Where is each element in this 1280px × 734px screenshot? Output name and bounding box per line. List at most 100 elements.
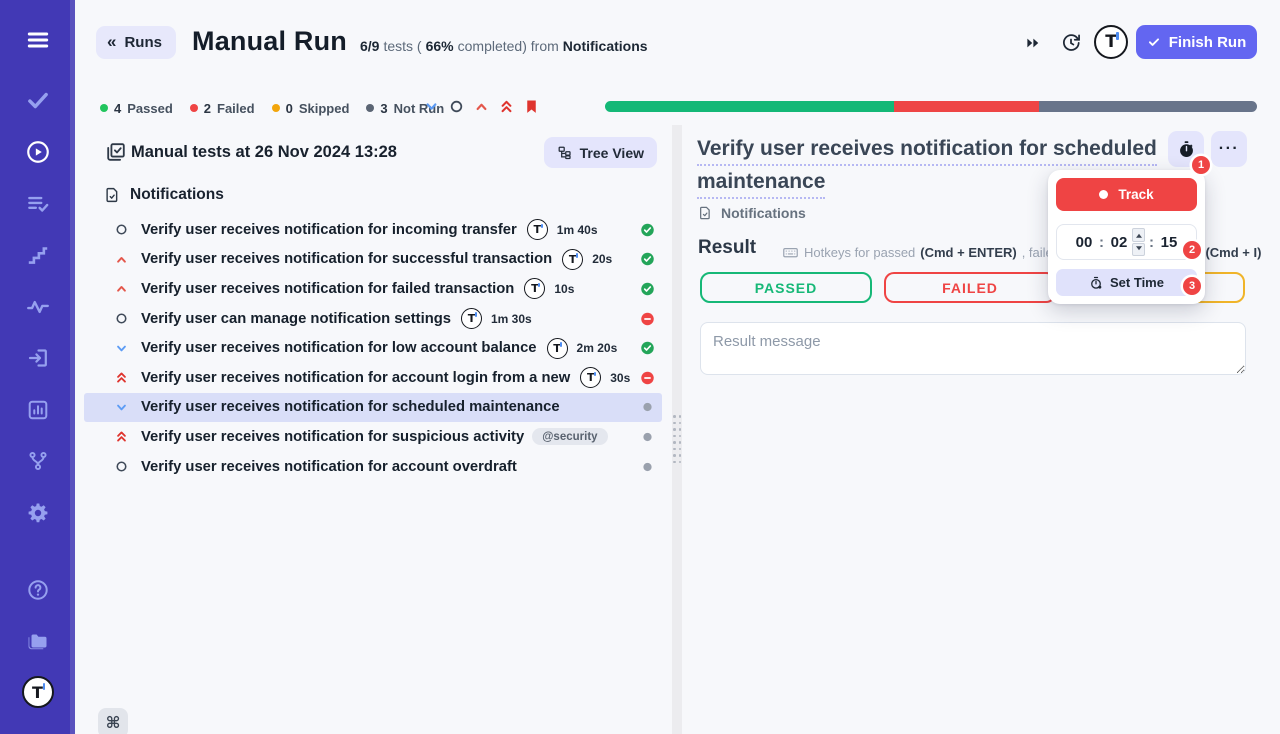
test-title: Verify user receives notification for su…: [141, 428, 525, 445]
document-check-icon: [697, 205, 713, 221]
set-time-label: Set Time: [1110, 275, 1164, 290]
test-title: Verify user receives notification for fa…: [141, 280, 515, 297]
result-message-input[interactable]: [700, 322, 1246, 375]
finish-run-label: Finish Run: [1168, 33, 1247, 51]
track-time-button[interactable]: Track: [1056, 178, 1197, 211]
tree-view-label: Tree View: [579, 144, 644, 161]
test-row[interactable]: Verify user receives notification for sc…: [84, 392, 662, 423]
timer-button[interactable]: 1: [1168, 131, 1210, 174]
hours-field[interactable]: 00: [1075, 234, 1093, 251]
status-not-run-icon: [642, 431, 653, 442]
seconds-field[interactable]: 15: [1160, 234, 1178, 251]
spinner-up-icon[interactable]: [1132, 228, 1145, 242]
automated-test-icon: T: [562, 248, 584, 270]
priority-caret-up-icon: [112, 250, 130, 268]
set-time-button[interactable]: Set Time: [1056, 269, 1197, 296]
status-dot-icon: [189, 104, 198, 112]
test-row[interactable]: Verify user receives notification for su…: [84, 422, 662, 452]
fast-forward-icon[interactable]: [1022, 33, 1044, 53]
status-failed-icon: [640, 311, 655, 326]
divider-grip-icon[interactable]: [673, 415, 681, 463]
retry-timer-icon[interactable]: [1059, 30, 1083, 54]
filter-bookmark-icon[interactable]: [523, 98, 540, 115]
percent-completed: 66%: [425, 38, 454, 54]
filter-circle-icon[interactable]: [448, 98, 465, 115]
test-tag[interactable]: @security: [532, 428, 608, 446]
filter-chevron-down-icon[interactable]: [423, 98, 440, 115]
spinner-down-icon[interactable]: [1132, 242, 1145, 256]
progress-segment-failed: [894, 101, 1040, 112]
priority-double-caret-up-icon: [112, 428, 130, 446]
test-row[interactable]: Verify user receives notification for ac…: [84, 452, 662, 482]
test-row[interactable]: Verify user receives notification for fa…: [84, 274, 662, 304]
sidebar-login-icon[interactable]: [17, 337, 59, 379]
test-duration: 1m 40s: [556, 222, 598, 237]
automated-test-icon: T: [546, 337, 568, 359]
annotation-badge-3: 3: [1183, 277, 1201, 295]
test-row[interactable]: Verify user receives notification for su…: [84, 245, 662, 275]
breadcrumb[interactable]: Notifications: [697, 205, 806, 221]
test-duration: 30s: [610, 370, 631, 385]
filter-caret-up-icon[interactable]: [473, 98, 490, 115]
status-passed-icon: [640, 252, 655, 267]
sidebar-stairs-icon[interactable]: [17, 234, 59, 276]
status-passed-icon: [640, 222, 655, 237]
tree-view-button[interactable]: Tree View: [543, 137, 657, 168]
finish-run-button[interactable]: Finish Run: [1136, 25, 1257, 59]
progress-segment-passed: [605, 101, 895, 112]
status-chip-failed[interactable]: 2 Failed: [189, 101, 255, 116]
test-title: Verify user can manage notification sett…: [141, 310, 451, 327]
test-title: Verify user receives notification for in…: [141, 221, 517, 238]
command-shortcut-button[interactable]: ⌘: [98, 708, 128, 734]
keyboard-icon: [782, 244, 799, 261]
test-title: Verify user receives notification for lo…: [141, 340, 537, 357]
run-checklist-icon: [105, 141, 127, 163]
test-row[interactable]: Verify user receives notification for in…: [84, 215, 662, 245]
set-timer-icon: [1089, 276, 1103, 290]
time-stepper: 00 : 02 : 15: [1056, 224, 1197, 260]
back-to-runs-button[interactable]: « Runs: [96, 26, 176, 59]
back-to-runs-label: Runs: [124, 34, 162, 51]
track-label: Track: [1118, 187, 1154, 202]
hotkey-segment: Hotkeys for passed: [804, 245, 916, 260]
status-chip-skipped[interactable]: 0 Skipped: [271, 101, 349, 116]
test-title: Verify user receives notification for ac…: [141, 458, 517, 475]
sidebar-pulse-icon[interactable]: [17, 286, 59, 328]
test-duration: 2m 20s: [576, 341, 618, 356]
suite-group-header[interactable]: Notifications: [103, 186, 224, 204]
status-dot-icon: [271, 104, 280, 112]
sidebar-menu-icon[interactable]: [17, 19, 59, 61]
run-progress-bar: [605, 101, 1257, 112]
sidebar-play-circle-icon[interactable]: [17, 131, 59, 173]
test-title: Verify user receives notification for ac…: [141, 369, 571, 386]
filter-double-caret-up-icon[interactable]: [498, 98, 515, 115]
status-passed-icon: [640, 341, 655, 356]
run-title: Manual tests at 26 Nov 2024 13:28: [131, 143, 397, 161]
sidebar-chart-icon[interactable]: [17, 389, 59, 431]
priority-filters: [423, 98, 540, 115]
sidebar-gear-icon[interactable]: [17, 492, 59, 534]
sidebar-help-icon[interactable]: [17, 569, 59, 611]
result-failed-button[interactable]: FAILED: [884, 272, 1056, 303]
status-chip-passed[interactable]: 4 Passed: [100, 101, 173, 116]
test-list-panel: Manual tests at 26 Nov 2024 13:28 Tree V…: [75, 125, 672, 734]
record-dot-icon: [1099, 190, 1109, 199]
sidebar-check-icon[interactable]: [17, 79, 59, 121]
test-duration: 1m 30s: [491, 311, 532, 326]
panel-divider[interactable]: [672, 125, 682, 734]
minutes-field[interactable]: 02: [1110, 234, 1128, 251]
sidebar-tlogo-icon[interactable]: T: [17, 671, 59, 713]
more-options-button[interactable]: ···: [1211, 131, 1247, 167]
test-row[interactable]: Verify user receives notification for lo…: [84, 333, 662, 363]
sidebar-list-check-icon[interactable]: [17, 183, 59, 225]
test-title: Verify user receives notification for su…: [141, 251, 553, 268]
testomat-logo: T: [1094, 25, 1128, 59]
sidebar-folder-icon[interactable]: [17, 620, 59, 662]
result-passed-button[interactable]: PASSED: [700, 272, 872, 303]
test-row[interactable]: Verify user receives notification for ac…: [84, 363, 662, 393]
test-row[interactable]: Verify user can manage notification sett…: [84, 304, 662, 334]
check-icon: [1147, 35, 1161, 49]
sidebar-branch-icon[interactable]: [17, 440, 59, 482]
app-window: T « Runs Manual Run 6/9 tests ( 66% comp…: [0, 0, 1280, 734]
tree-view-icon: [557, 145, 572, 160]
